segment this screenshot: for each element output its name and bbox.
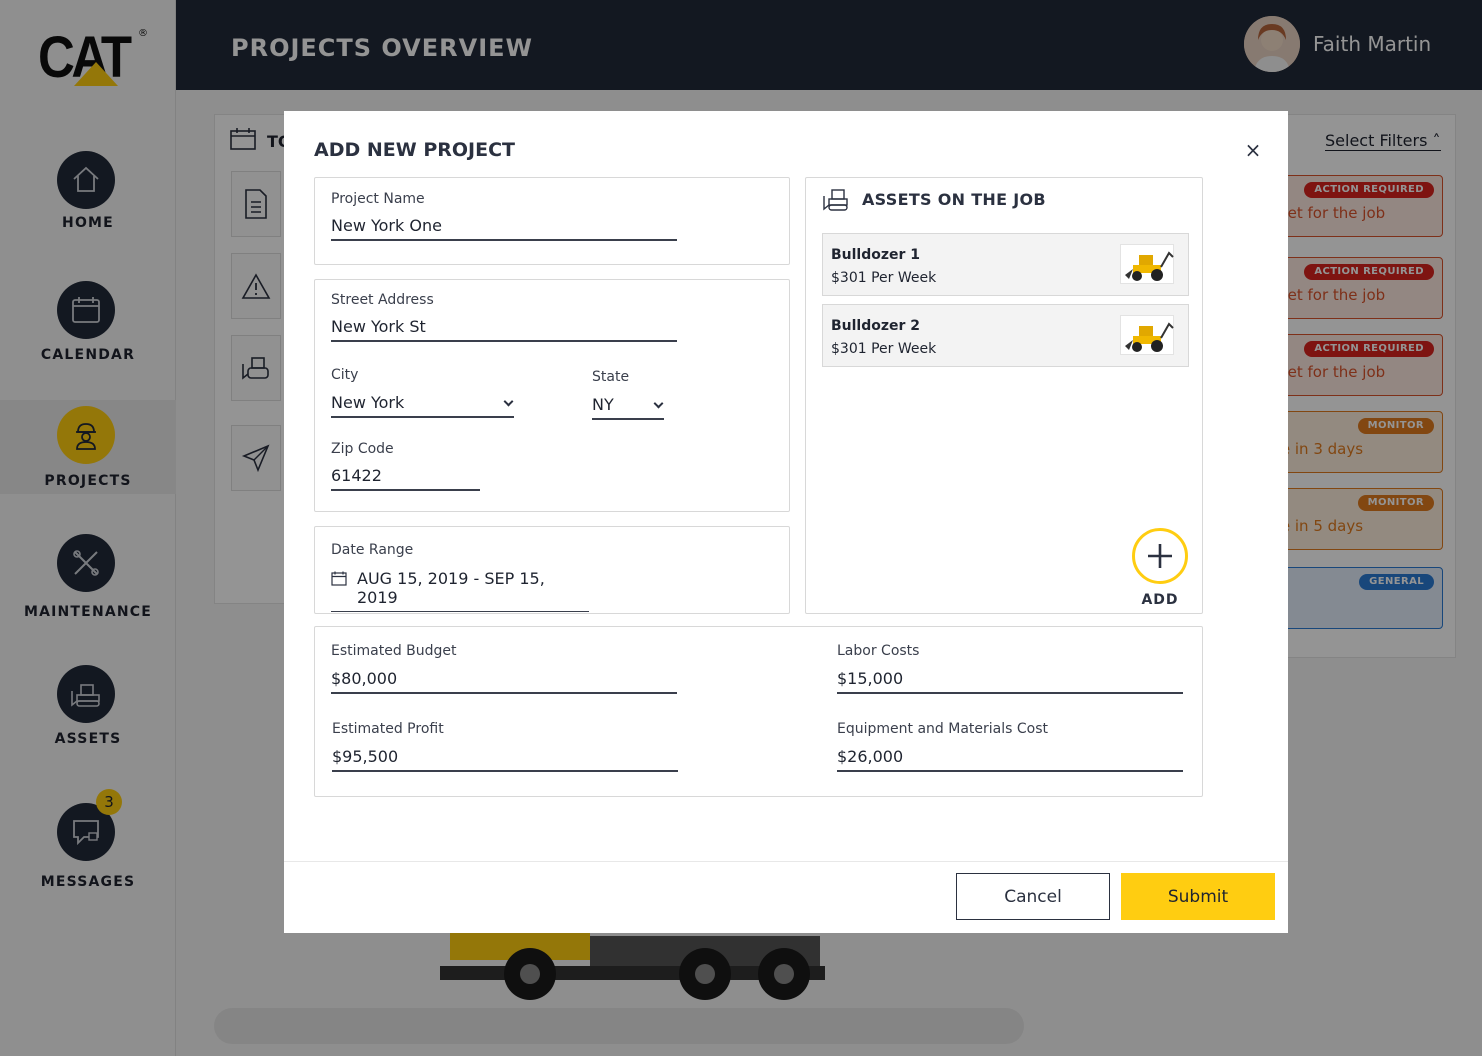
plus-icon — [1148, 544, 1172, 568]
labor-costs-label: Labor Costs — [837, 643, 920, 659]
date-range-card: Date Range AUG 15, 2019 - SEP 15, 2019 — [314, 526, 790, 614]
submit-button[interactable]: Submit — [1121, 873, 1275, 920]
backhoe-loader-image — [1120, 315, 1174, 355]
project-name-card: Project Name New York One — [314, 177, 790, 265]
estimated-profit-label: Estimated Profit — [332, 721, 444, 737]
labor-costs-input[interactable]: $15,000 — [837, 669, 1183, 694]
assets-card: ASSETS ON THE JOB Bulldozer 1 $301 Per W… — [805, 177, 1203, 614]
estimated-profit-input[interactable]: $95,500 — [332, 747, 678, 772]
zip-code-input[interactable]: 61422 — [331, 466, 480, 491]
add-asset-button[interactable] — [1132, 528, 1188, 584]
project-name-input[interactable]: New York One — [331, 216, 677, 241]
estimated-budget-input[interactable]: $80,000 — [331, 669, 677, 694]
chevron-down-icon — [503, 396, 514, 407]
add-asset-label[interactable]: ADD — [1132, 592, 1188, 608]
asset-row[interactable]: Bulldozer 2 $301 Per Week — [822, 304, 1189, 367]
asset-price: $301 Per Week — [831, 341, 937, 357]
date-range-value: AUG 15, 2019 - SEP 15, 2019 — [357, 569, 545, 607]
date-range-label: Date Range — [331, 542, 414, 558]
state-select[interactable]: NY — [592, 395, 664, 420]
modal-title: ADD NEW PROJECT — [314, 139, 515, 161]
street-address-input[interactable]: New York St — [331, 317, 677, 342]
address-card: Street Address New York St City New York… — [314, 279, 790, 512]
city-label: City — [331, 367, 359, 383]
state-label: State — [592, 369, 630, 385]
modal-footer-divider — [284, 861, 1288, 862]
close-button[interactable]: × — [1242, 139, 1264, 161]
assets-title: ASSETS ON THE JOB — [862, 190, 1046, 209]
asset-price: $301 Per Week — [831, 270, 937, 286]
zip-code-label: Zip Code — [331, 441, 394, 457]
project-name-label: Project Name — [331, 191, 425, 207]
equipment-cost-label: Equipment and Materials Cost — [837, 721, 1048, 737]
equipment-cost-input[interactable]: $26,000 — [837, 747, 1183, 772]
close-icon: × — [1244, 138, 1262, 162]
city-value: New York — [331, 393, 405, 412]
bulldozer-icon — [823, 189, 848, 211]
street-address-label: Street Address — [331, 292, 434, 308]
chevron-down-icon — [653, 398, 664, 409]
cancel-button[interactable]: Cancel — [956, 873, 1110, 920]
city-select[interactable]: New York — [331, 393, 514, 418]
state-value: NY — [592, 395, 614, 414]
estimated-budget-label: Estimated Budget — [331, 643, 457, 659]
calendar-icon — [331, 571, 347, 586]
asset-name: Bulldozer 1 — [831, 247, 921, 263]
backhoe-loader-image — [1120, 244, 1174, 284]
date-range-input[interactable]: AUG 15, 2019 - SEP 15, 2019 — [331, 569, 589, 612]
add-project-modal: ADD NEW PROJECT × Project Name New York … — [284, 111, 1288, 933]
asset-name: Bulldozer 2 — [831, 318, 921, 334]
asset-row[interactable]: Bulldozer 1 $301 Per Week — [822, 233, 1189, 296]
costs-card: Estimated Budget $80,000 Labor Costs $15… — [314, 626, 1203, 797]
